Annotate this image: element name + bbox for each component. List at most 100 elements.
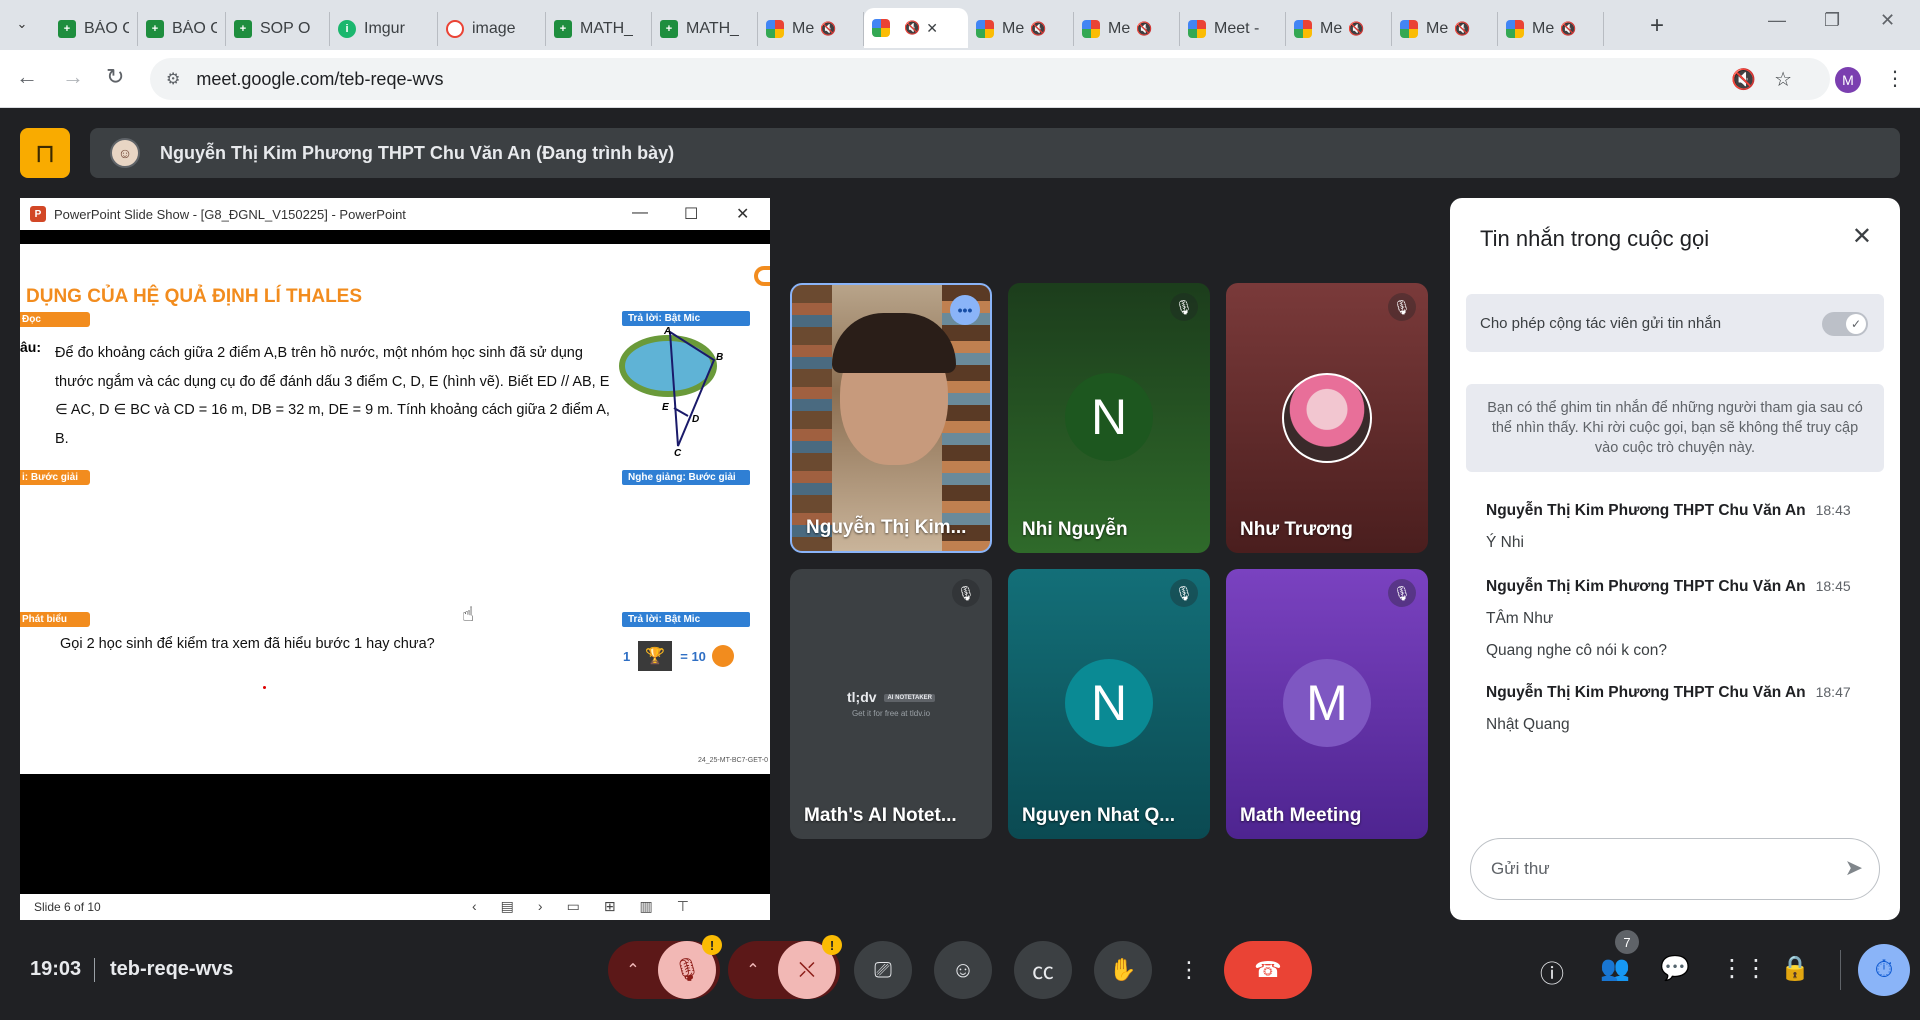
tab-muted-icon[interactable]: 🔇 — [1030, 21, 1046, 37]
more-vert-icon: ⋮ — [1178, 957, 1200, 982]
tab-muted-icon[interactable]: 🔇 — [1348, 21, 1364, 37]
minimize-icon[interactable]: — — [1768, 10, 1786, 31]
hang-up-icon: ☎ — [1254, 957, 1282, 982]
lake-shape — [619, 335, 717, 397]
slide-menu-icon[interactable]: ▤ — [501, 898, 538, 914]
participant-name: Nguyen Nhat Q... — [1022, 805, 1176, 826]
tab-sheets-1[interactable]: +BÁO C/ — [50, 12, 138, 46]
message-text: TÂm Như — [1486, 610, 1554, 627]
imgur-icon: i — [338, 20, 356, 38]
restore-icon[interactable]: ❐ — [1824, 10, 1840, 31]
message-text: Ý Nhi — [1486, 534, 1524, 551]
activities-grid-icon[interactable]: ⋮⋮ — [1720, 954, 1768, 983]
avatar — [1282, 373, 1372, 463]
call-students-text: Gọi 2 học sinh để kiểm tra xem đã hiểu b… — [60, 636, 435, 652]
tab-sheets-3[interactable]: + SOP O — [226, 12, 330, 46]
presenter-avatar: ☺ — [110, 138, 140, 168]
slide-heading: DỤNG CỦA HỆ QUẢ ĐỊNH LÍ THALES — [26, 286, 363, 307]
normal-view-icon[interactable]: ▭ — [567, 898, 604, 914]
tab-audio-muted-icon[interactable]: 🔇 — [1731, 69, 1774, 91]
close-panel-icon[interactable]: ✕ — [1852, 222, 1872, 251]
tab-meet-7[interactable]: Me 🔇 — [1392, 12, 1498, 46]
tab-close-icon[interactable]: ✕ — [926, 20, 938, 37]
more-options-icon[interactable]: ••• — [950, 295, 980, 325]
ppt-maximize-icon[interactable]: ☐ — [684, 204, 698, 224]
tab-sheets-4[interactable]: + MATH_ — [546, 12, 652, 46]
ppt-close-icon[interactable]: ✕ — [736, 204, 749, 224]
participant-tile-presenter[interactable]: ••• Nguyễn Thị Kim... — [790, 283, 992, 553]
tab-muted-icon[interactable]: 🔇 — [820, 21, 836, 37]
reading-view-icon[interactable]: ▥ — [640, 898, 677, 914]
presenter-view-icon[interactable]: ⊤ — [677, 898, 713, 914]
tab-muted-icon[interactable]: 🔇 — [904, 20, 920, 36]
ppt-statusbar: Slide 6 of 10 ‹▤›▭⊞▥⊤ — [20, 894, 770, 920]
ppt-minimize-icon[interactable]: — — [632, 204, 648, 222]
tab-meet-8[interactable]: Me 🔇 — [1498, 12, 1604, 46]
audio-options-chevron-icon[interactable]: ⌃ — [608, 960, 658, 980]
profile-avatar[interactable]: M — [1835, 67, 1861, 93]
browser-menu-icon[interactable]: ⋮ — [1885, 66, 1905, 91]
allow-messages-row: Cho phép cộng tác viên gửi tin nhắn — [1466, 294, 1884, 352]
meet-companion-icon[interactable]: ⊓ — [20, 128, 70, 178]
new-tab-button[interactable]: + — [1650, 12, 1664, 40]
more-options-button[interactable]: ⋮ — [1174, 941, 1204, 999]
message-sender: Nguyễn Thị Kim Phương THPT Chu Văn An — [1486, 684, 1806, 701]
camera-warning-badge: ! — [822, 935, 842, 955]
slideshow-nav: ‹▤›▭⊞▥⊤ — [472, 898, 713, 915]
hand-cursor-icon: ☝ — [462, 604, 475, 626]
present-screen-button[interactable]: ⎚ — [854, 941, 912, 999]
tab-muted-icon[interactable]: 🔇 — [1560, 21, 1576, 37]
tab-imgur[interactable]: i Imgur — [330, 12, 438, 46]
allow-messages-toggle[interactable] — [1822, 312, 1868, 336]
tag-answer-mic: Trả lời: Bật Mic — [622, 311, 750, 326]
message-input[interactable] — [1491, 859, 1811, 879]
next-slide-icon[interactable]: › — [538, 898, 567, 914]
participant-name: Nguyễn Thị Kim... — [806, 517, 967, 538]
tab-sheets-2[interactable]: +BÁO C/ — [138, 12, 226, 46]
leave-call-button[interactable]: ☎ — [1224, 941, 1312, 999]
forward-icon[interactable]: → — [62, 64, 84, 90]
video-options-chevron-icon[interactable]: ⌃ — [728, 960, 778, 980]
host-controls-icon[interactable]: 🔒 — [1780, 954, 1810, 983]
tab-search-icon[interactable]: ⌄ — [8, 10, 36, 38]
tab-images[interactable]: image — [438, 12, 546, 46]
question-label: âu: — [20, 339, 41, 355]
meet-icon — [1506, 20, 1524, 38]
ppt-titlebar: P PowerPoint Slide Show - [G8_ĐGNL_V1502… — [20, 198, 770, 230]
send-icon[interactable]: ➤ — [1845, 855, 1863, 881]
avatar: N — [1065, 373, 1153, 461]
site-info-icon[interactable]: ⚙ — [166, 69, 180, 89]
meeting-info-icon[interactable]: ⓘ — [1540, 954, 1564, 989]
participant-tile-quang[interactable]: 🎙 N Nguyen Nhat Q... — [1008, 569, 1210, 839]
back-icon[interactable]: ← — [16, 64, 38, 90]
prev-slide-icon[interactable]: ‹ — [472, 898, 501, 914]
people-icon[interactable]: 👥 — [1600, 954, 1630, 983]
sorter-view-icon[interactable]: ⊞ — [604, 898, 640, 914]
reactions-button[interactable]: ☺ — [934, 941, 992, 999]
omnibox[interactable]: ⚙ meet.google.com/teb-reqe-wvs 🔇☆ — [150, 58, 1830, 100]
tab-meet-1[interactable]: Me 🔇 — [758, 12, 864, 46]
tab-meet-4[interactable]: Me 🔇 — [1074, 12, 1180, 46]
window-close-icon[interactable]: ✕ — [1880, 10, 1895, 31]
participant-tile-notetaker[interactable]: 🎙 tl;dv AI NOTETAKER Get it for free at … — [790, 569, 992, 839]
participant-tile-nhi[interactable]: 🎙 N Nhi Nguyễn — [1008, 283, 1210, 553]
url-text[interactable]: meet.google.com/teb-reqe-wvs — [196, 69, 443, 90]
tab-meet-3[interactable]: Me 🔇 — [968, 12, 1074, 46]
tldv-badge: AI NOTETAKER — [884, 694, 935, 703]
bookmark-star-icon[interactable]: ☆ — [1774, 69, 1810, 91]
google-images-icon — [446, 20, 464, 38]
captions-button[interactable]: ㏄ — [1014, 941, 1072, 999]
timer-activity-button[interactable]: ⏱ — [1858, 944, 1910, 996]
reload-icon[interactable]: ↻ — [106, 64, 124, 90]
message-time: 18:43 — [1815, 502, 1851, 518]
tab-muted-icon[interactable]: 🔇 — [1454, 21, 1470, 37]
chat-icon[interactable]: 💬 — [1660, 954, 1690, 983]
tab-muted-icon[interactable]: 🔇 — [1136, 21, 1152, 37]
participant-tile-math-meeting[interactable]: 🎙 M Math Meeting — [1226, 569, 1428, 839]
tab-sheets-5[interactable]: + MATH_ — [652, 12, 758, 46]
raise-hand-button[interactable]: ✋ — [1094, 941, 1152, 999]
tab-meet-active[interactable]: 🔇 ✕ — [864, 8, 968, 48]
tab-meet-6[interactable]: Me 🔇 — [1286, 12, 1392, 46]
tab-meet-5[interactable]: Meet - — [1180, 12, 1286, 46]
participant-tile-nhu[interactable]: 🎙 Như Trương — [1226, 283, 1428, 553]
